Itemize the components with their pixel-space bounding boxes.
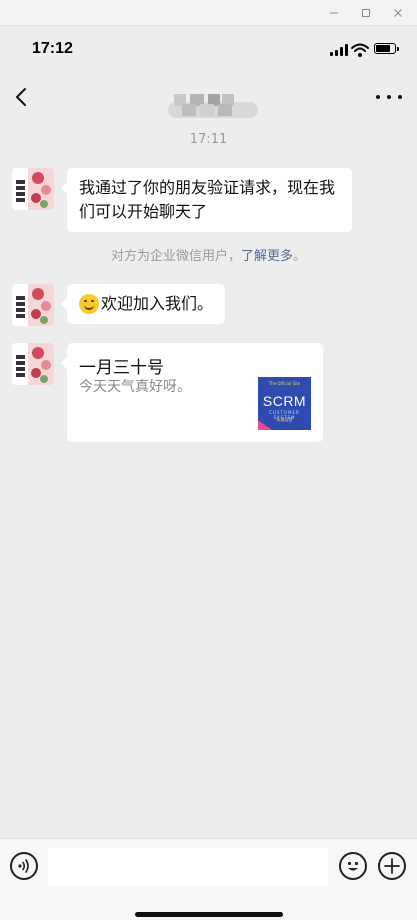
plus-icon[interactable] [378, 852, 406, 880]
close-icon[interactable] [389, 4, 407, 22]
thumbnail-top-text: The Official Site [268, 381, 301, 386]
smile-emoji-icon [79, 294, 99, 314]
window-titlebar [0, 0, 417, 26]
minimize-icon[interactable] [325, 4, 343, 22]
system-note-text: 对方为企业微信用户， [110, 249, 241, 264]
message-input[interactable] [48, 848, 328, 886]
system-note-suffix: 。 [293, 249, 307, 264]
voice-icon[interactable] [10, 852, 38, 880]
status-bar: 17:12 [0, 26, 417, 74]
link-card-description: 今天天气真好呀。 [79, 379, 191, 395]
emoji-icon[interactable] [339, 852, 367, 880]
chevron-left-icon[interactable] [12, 84, 34, 110]
chat-header [0, 74, 417, 120]
status-time: 17:12 [32, 40, 73, 57]
message-bubble[interactable]: 欢迎加入我们。 [60, 284, 226, 324]
message-bubble[interactable]: 我通过了你的朋友验证请求，现在我们可以开始聊天了 [61, 168, 352, 232]
thumbnail-main-text: SCRM [262, 393, 307, 409]
home-indicator [135, 912, 283, 917]
system-note: 对方为企业微信用户，了解更多。 [0, 245, 417, 264]
maximize-icon[interactable] [357, 4, 375, 22]
message-text: 欢迎加入我们。 [101, 294, 214, 313]
more-horizontal-icon[interactable] [376, 88, 402, 106]
link-card-thumbnail: The Official Site SCRM CUSTOMER SYSTEM 私… [258, 377, 311, 430]
signal-icon [330, 44, 348, 56]
chat-title-obscured [160, 88, 258, 118]
link-card-title: 一月三十号 [79, 358, 164, 378]
link-card[interactable]: 一月三十号 今天天气真好呀。 The Official Site SCRM CU… [61, 343, 323, 442]
avatar[interactable] [12, 284, 54, 326]
learn-more-link[interactable]: 了解更多 [241, 249, 293, 264]
avatar[interactable] [12, 168, 54, 210]
battery-icon [374, 43, 399, 54]
input-bar [0, 838, 417, 920]
message-text: 我通过了你的朋友验证请求，现在我们可以开始聊天了 [79, 178, 336, 221]
wifi-icon [351, 42, 369, 57]
battery-level [376, 45, 390, 52]
message-timestamp: 17:11 [189, 132, 228, 147]
avatar[interactable] [12, 343, 54, 385]
